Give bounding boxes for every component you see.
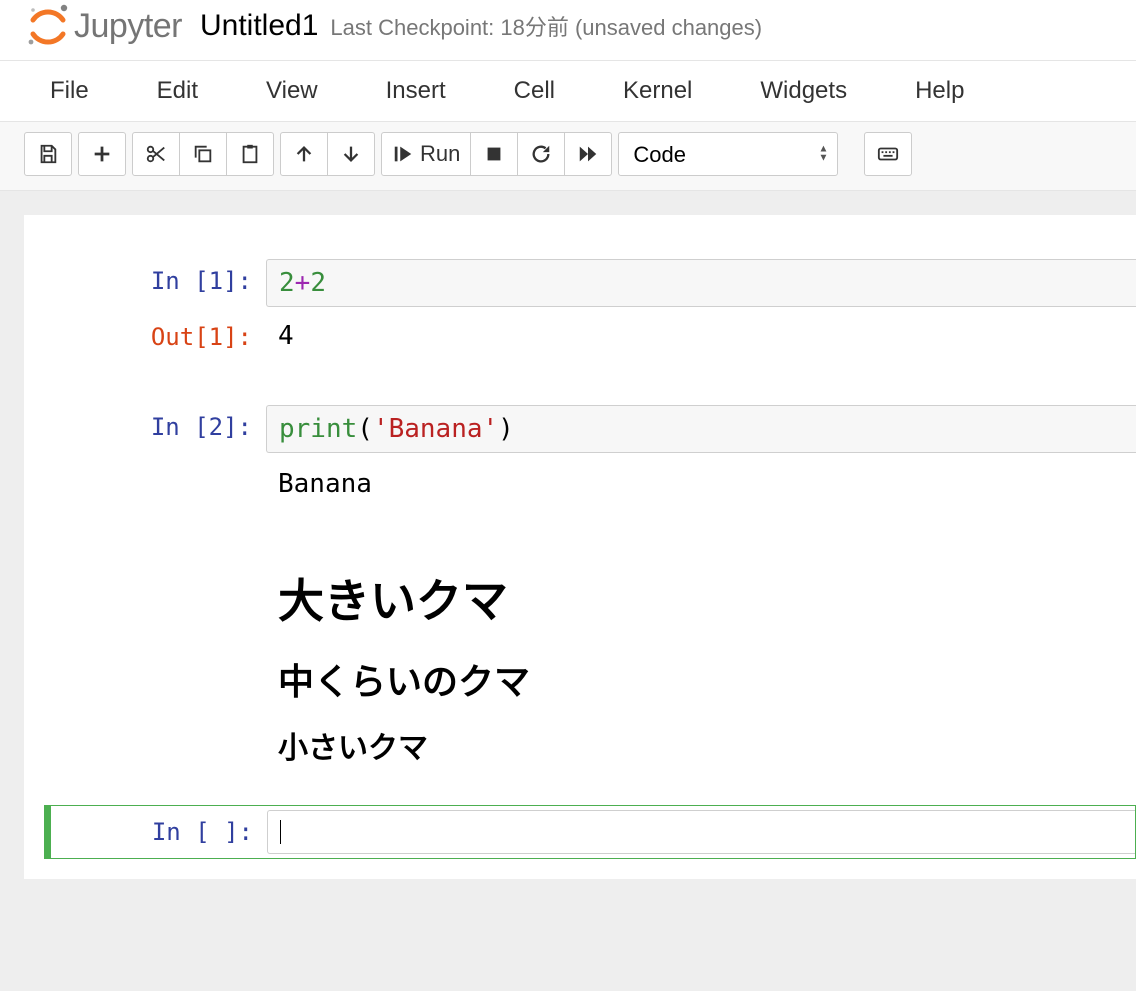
menu-file[interactable]: File bbox=[36, 67, 103, 115]
stop-icon bbox=[483, 143, 505, 165]
menu-insert[interactable]: Insert bbox=[372, 67, 460, 115]
command-palette-button[interactable] bbox=[864, 132, 912, 176]
markdown-cell[interactable]: 大きいクマ 中くらいのクマ 小さいクマ bbox=[24, 527, 1136, 795]
markdown-h1: 大きいクマ bbox=[278, 565, 1124, 631]
menu-kernel[interactable]: Kernel bbox=[609, 67, 706, 115]
output-result: 4 bbox=[266, 315, 1136, 357]
save-button[interactable] bbox=[24, 132, 72, 176]
toolbar: Run Code ▲▼ bbox=[0, 122, 1136, 191]
code-input[interactable] bbox=[267, 810, 1135, 854]
output-row: Out[1]: 4 bbox=[24, 311, 1136, 361]
restart-run-all-button[interactable] bbox=[564, 132, 612, 176]
input-prompt: In [ ]: bbox=[45, 810, 267, 854]
jupyter-logo[interactable]: Jupyter bbox=[24, 4, 182, 48]
run-button[interactable]: Run bbox=[381, 132, 471, 176]
markdown-rendered: 大きいクマ 中くらいのクマ 小さいクマ bbox=[266, 531, 1136, 791]
celltype-select[interactable]: Code bbox=[618, 132, 838, 176]
notebook-container: In [1]: 2+2 Out[1]: 4 In [2]: print('Ban… bbox=[0, 191, 1136, 991]
keyboard-icon bbox=[877, 143, 899, 165]
arrow-up-icon bbox=[293, 143, 315, 165]
menubar: File Edit View Insert Cell Kernel Widget… bbox=[0, 61, 1136, 122]
output-row: Banana bbox=[24, 457, 1136, 507]
code-cell-selected[interactable]: In [ ]: bbox=[44, 805, 1136, 859]
run-icon bbox=[392, 143, 414, 165]
menu-edit[interactable]: Edit bbox=[143, 67, 212, 115]
input-prompt: In [2]: bbox=[24, 405, 266, 453]
input-prompt: In [1]: bbox=[24, 259, 266, 307]
run-label: Run bbox=[420, 141, 460, 167]
markdown-h3: 小さいクマ bbox=[278, 723, 1124, 767]
code-cell[interactable]: In [2]: print('Banana') bbox=[24, 401, 1136, 457]
code-input[interactable]: print('Banana') bbox=[266, 405, 1136, 453]
add-cell-button[interactable] bbox=[78, 132, 126, 176]
save-icon bbox=[37, 143, 59, 165]
paste-button[interactable] bbox=[226, 132, 274, 176]
jupyter-logo-icon bbox=[24, 4, 70, 48]
header: Jupyter Untitled1 Last Checkpoint: 18分前 … bbox=[0, 0, 1136, 61]
jupyter-logo-text: Jupyter bbox=[74, 7, 182, 46]
interrupt-button[interactable] bbox=[470, 132, 518, 176]
menu-view[interactable]: View bbox=[252, 67, 332, 115]
menu-help[interactable]: Help bbox=[901, 67, 978, 115]
text-cursor bbox=[280, 820, 281, 844]
paste-icon bbox=[239, 143, 261, 165]
cut-button[interactable] bbox=[132, 132, 180, 176]
copy-button[interactable] bbox=[179, 132, 227, 176]
scissors-icon bbox=[145, 143, 167, 165]
move-down-button[interactable] bbox=[327, 132, 375, 176]
fast-forward-icon bbox=[577, 143, 599, 165]
markdown-h2: 中くらいのクマ bbox=[278, 653, 1124, 705]
output-stream: Banana bbox=[266, 461, 1136, 503]
checkpoint-status: Last Checkpoint: 18分前 (unsaved changes) bbox=[330, 10, 762, 42]
menu-cell[interactable]: Cell bbox=[500, 67, 569, 115]
code-cell[interactable]: In [1]: 2+2 bbox=[24, 255, 1136, 311]
restart-icon bbox=[530, 143, 552, 165]
move-up-button[interactable] bbox=[280, 132, 328, 176]
arrow-down-icon bbox=[340, 143, 362, 165]
restart-button[interactable] bbox=[517, 132, 565, 176]
plus-icon bbox=[91, 143, 113, 165]
copy-icon bbox=[192, 143, 214, 165]
notebook-title[interactable]: Untitled1 bbox=[200, 9, 318, 43]
notebook: In [1]: 2+2 Out[1]: 4 In [2]: print('Ban… bbox=[24, 215, 1136, 879]
code-input[interactable]: 2+2 bbox=[266, 259, 1136, 307]
menu-widgets[interactable]: Widgets bbox=[746, 67, 861, 115]
output-prompt: Out[1]: bbox=[24, 315, 266, 357]
